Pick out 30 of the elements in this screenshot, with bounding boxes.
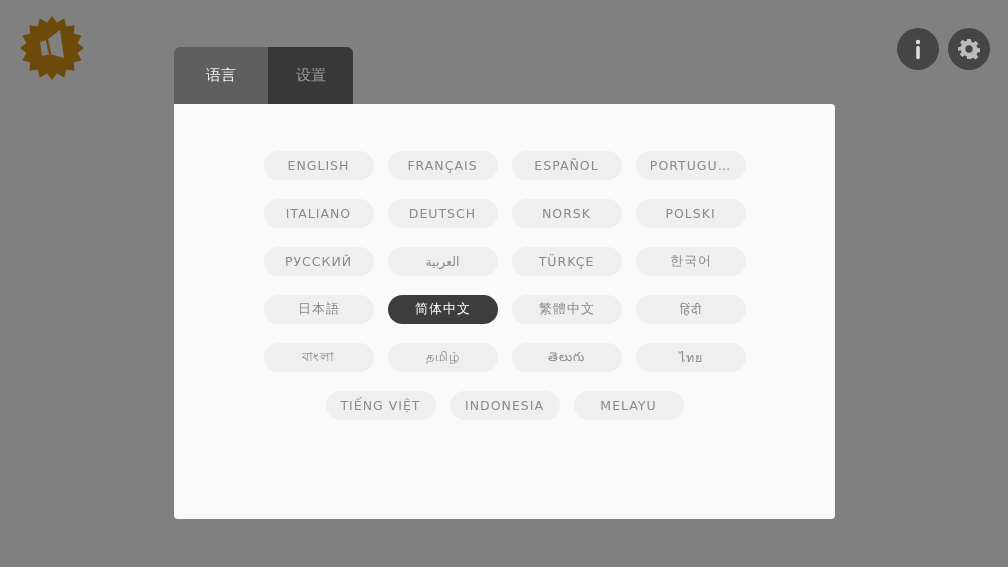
- info-icon: [914, 39, 922, 59]
- language-option[interactable]: INDONESIA: [449, 391, 560, 420]
- settings-icon: [958, 38, 980, 60]
- tab[interactable]: 设置: [268, 47, 353, 104]
- language-option[interactable]: FRANÇAIS: [387, 151, 498, 180]
- language-option[interactable]: PORTUGU…: [635, 151, 746, 180]
- language-option[interactable]: हिंदी: [635, 295, 746, 324]
- tab[interactable]: 语言: [174, 47, 268, 104]
- language-option[interactable]: 简体中文: [387, 295, 498, 324]
- language-option[interactable]: ITALIANO: [263, 199, 374, 228]
- megaphone-seal-logo: [20, 16, 84, 80]
- language-option[interactable]: ESPAÑOL: [511, 151, 622, 180]
- language-option[interactable]: POLSKI: [635, 199, 746, 228]
- language-option[interactable]: ไทย: [635, 343, 746, 372]
- language-option[interactable]: TÜRKÇE: [511, 247, 622, 276]
- language-option[interactable]: বাংলা: [263, 343, 374, 372]
- language-option[interactable]: 繁體中文: [511, 295, 622, 324]
- language-option[interactable]: العربية: [387, 247, 498, 276]
- settings-button[interactable]: [948, 28, 990, 70]
- language-option[interactable]: MELAYU: [573, 391, 684, 420]
- language-option[interactable]: தமிழ்: [387, 343, 498, 372]
- info-button[interactable]: [897, 28, 939, 70]
- language-option[interactable]: తెలుగు: [511, 343, 622, 372]
- language-option[interactable]: NORSK: [511, 199, 622, 228]
- language-option[interactable]: DEUTSCH: [387, 199, 498, 228]
- language-option[interactable]: TIẾNG VIỆT: [325, 391, 436, 420]
- language-option[interactable]: РУССКИЙ: [263, 247, 374, 276]
- language-option[interactable]: 日本語: [263, 295, 374, 324]
- language-option[interactable]: 한국어: [635, 247, 746, 276]
- language-option[interactable]: ENGLISH: [263, 151, 374, 180]
